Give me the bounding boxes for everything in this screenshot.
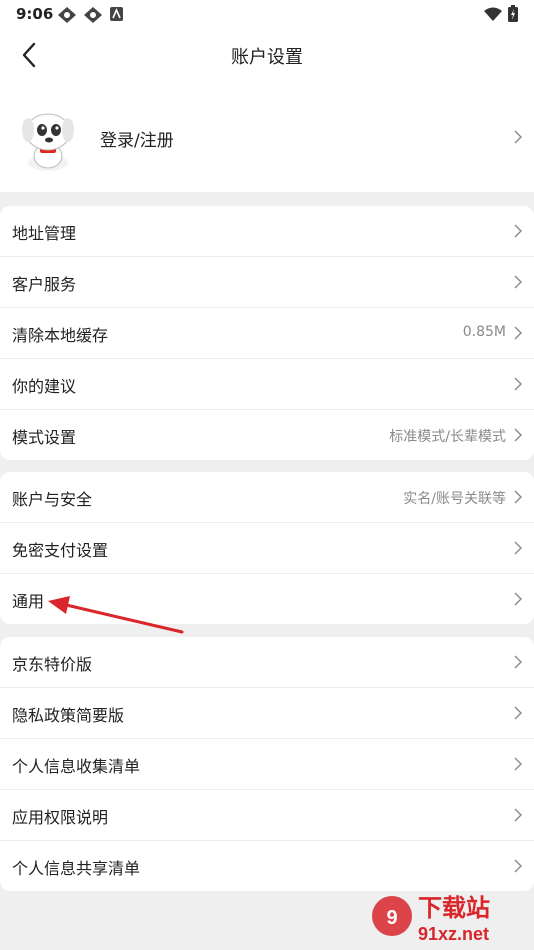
chevron-right-icon — [514, 275, 522, 289]
login-label: 登录/注册 — [100, 131, 174, 151]
row-personal-info-sharing[interactable]: 个人信息共享清单 — [0, 841, 534, 891]
svg-text:9: 9 — [386, 907, 397, 929]
row-label: 清除本地缓存 — [12, 326, 109, 345]
chevron-right-icon — [514, 490, 522, 504]
row-label: 个人信息收集清单 — [12, 757, 141, 776]
chevron-right-icon — [514, 377, 522, 391]
page-title: 账户设置 — [231, 47, 303, 68]
status-bar: 9:06 — [0, 0, 534, 28]
row-label: 京东特价版 — [12, 655, 93, 674]
row-privacy-policy-summary[interactable]: 隐私政策简要版 — [0, 688, 534, 739]
row-label: 个人信息共享清单 — [12, 859, 141, 878]
row-suggestions[interactable]: 你的建议 — [0, 359, 534, 410]
chevron-right-icon — [514, 130, 522, 144]
row-general[interactable]: 通用 — [0, 574, 534, 624]
svg-text:下载站: 下载站 — [418, 894, 490, 922]
row-label: 免密支付设置 — [12, 541, 109, 560]
row-jd-lite[interactable]: 京东特价版 — [0, 637, 534, 688]
chevron-right-icon — [514, 326, 522, 340]
account-security-value: 实名/账号关联等 — [403, 491, 506, 507]
app-notification-icon — [84, 7, 102, 23]
row-app-permissions[interactable]: 应用权限说明 — [0, 790, 534, 841]
chevron-right-icon — [514, 757, 522, 771]
row-label: 通用 — [12, 592, 45, 611]
status-time: 9:06 — [16, 5, 54, 23]
watermark-logo: 9 下载站 91xz.net — [372, 894, 490, 944]
row-label: 客户服务 — [12, 275, 77, 294]
chevron-right-icon — [514, 224, 522, 238]
settings-group-general: 地址管理 客户服务 清除本地缓存 0.85M 你的建议 模式设置 标准模式/长辈… — [0, 206, 534, 460]
row-clear-cache[interactable]: 清除本地缓存 0.85M — [0, 308, 534, 359]
row-account-security[interactable]: 账户与安全 实名/账号关联等 — [0, 472, 534, 523]
chevron-right-icon — [514, 706, 522, 720]
nav-bar: 账户设置 — [0, 28, 534, 82]
settings-group-account: 账户与安全 实名/账号关联等 免密支付设置 通用 — [0, 472, 534, 624]
chevron-right-icon — [514, 592, 522, 606]
chevron-right-icon — [514, 808, 522, 822]
row-label: 账户与安全 — [12, 490, 93, 509]
svg-text:91xz.net: 91xz.net — [418, 924, 489, 944]
chevron-right-icon — [514, 541, 522, 555]
chevron-right-icon — [514, 859, 522, 873]
row-label: 隐私政策简要版 — [12, 706, 125, 725]
row-address-management[interactable]: 地址管理 — [0, 206, 534, 257]
cache-size-value: 0.85M — [462, 324, 506, 340]
keyboard-notification-icon — [110, 7, 123, 21]
app-notification-icon — [58, 7, 76, 23]
login-entry[interactable]: 登录/注册 — [0, 82, 534, 192]
battery-charging-icon — [508, 5, 518, 22]
wifi-icon — [484, 7, 502, 21]
row-personal-info-collection[interactable]: 个人信息收集清单 — [0, 739, 534, 790]
row-password-free-payment[interactable]: 免密支付设置 — [0, 523, 534, 574]
row-label: 地址管理 — [12, 224, 77, 243]
row-customer-service[interactable]: 客户服务 — [0, 257, 534, 308]
row-label: 应用权限说明 — [12, 808, 109, 827]
mascot-avatar — [22, 113, 74, 171]
row-mode-settings[interactable]: 模式设置 标准模式/长辈模式 — [0, 410, 534, 460]
chevron-right-icon — [514, 428, 522, 442]
mode-value: 标准模式/长辈模式 — [389, 429, 506, 445]
row-label: 模式设置 — [12, 428, 77, 447]
chevron-right-icon — [514, 655, 522, 669]
settings-group-about: 京东特价版 隐私政策简要版 个人信息收集清单 应用权限说明 个人信息共享清单 — [0, 637, 534, 891]
row-label: 你的建议 — [12, 377, 77, 396]
